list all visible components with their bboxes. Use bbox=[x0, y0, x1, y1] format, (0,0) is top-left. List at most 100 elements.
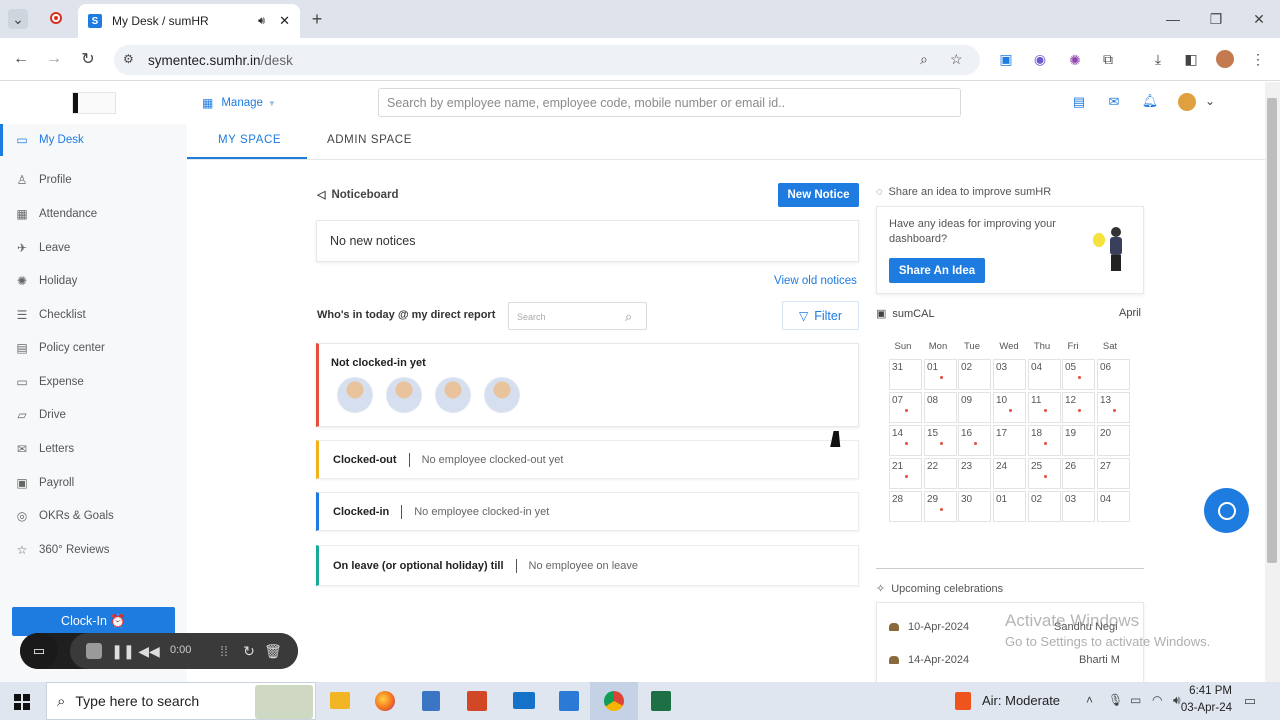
calculator-icon[interactable] bbox=[422, 691, 440, 711]
sidebar-item-leave[interactable]: ✈ Leave bbox=[0, 233, 187, 263]
calendar-day-cell[interactable]: 03 bbox=[993, 359, 1026, 390]
clipboard-icon[interactable]: ▤ bbox=[1071, 94, 1087, 110]
restart-icon[interactable]: ↻ bbox=[241, 643, 257, 659]
view-old-notices-link[interactable]: View old notices bbox=[774, 275, 857, 287]
employee-avatar[interactable] bbox=[435, 377, 471, 413]
calendar-day-cell[interactable]: 12 bbox=[1062, 392, 1095, 423]
grid-dots-icon[interactable]: ⁞⁞ bbox=[216, 643, 232, 659]
manage-menu[interactable]: ▦ Manage ▼ bbox=[202, 96, 276, 110]
calendar-day-cell[interactable]: 27 bbox=[1097, 458, 1130, 489]
bell-icon[interactable]: 🔔︎ bbox=[1142, 92, 1159, 110]
speaker-icon[interactable]: 🔊︎ bbox=[258, 15, 265, 28]
chrome-active-slot[interactable] bbox=[590, 682, 638, 720]
sidebar-item-drive[interactable]: ▱ Drive bbox=[0, 400, 187, 430]
tab-admin-space[interactable]: ADMIN SPACE bbox=[327, 134, 412, 146]
sidebar-item-my-desk[interactable]: ▭ My Desk bbox=[0, 125, 187, 155]
tab-my-space[interactable]: MY SPACE bbox=[218, 134, 281, 146]
extension-badge-icon[interactable]: ✺ bbox=[1066, 51, 1084, 69]
zoom-icon[interactable]: ⌕ bbox=[920, 51, 928, 68]
taskbar-time[interactable]: 6:41 PM bbox=[1176, 685, 1232, 697]
calendar-day-cell[interactable]: 08 bbox=[924, 392, 957, 423]
reload-icon[interactable]: ↻ bbox=[79, 50, 97, 68]
extension-camera-icon[interactable]: ◉ bbox=[1032, 51, 1048, 67]
sidebar-item-profile[interactable]: ♙ Profile bbox=[0, 165, 187, 195]
excel-icon[interactable] bbox=[651, 691, 671, 711]
chat-support-button[interactable] bbox=[1204, 488, 1249, 533]
sidebar-item-expense[interactable]: ▭ Expense bbox=[0, 367, 187, 397]
user-avatar[interactable] bbox=[1178, 93, 1196, 111]
extensions-puzzle-icon[interactable]: ⧉ bbox=[1100, 51, 1116, 67]
taskbar-date[interactable]: 03-Apr-24 bbox=[1170, 702, 1232, 714]
pause-icon[interactable]: ❚❚ bbox=[111, 643, 134, 659]
stop-icon[interactable] bbox=[86, 643, 102, 659]
calendar-day-cell[interactable]: 25 bbox=[1028, 458, 1061, 489]
employee-avatar[interactable] bbox=[386, 377, 422, 413]
network-icon[interactable]: ◠ bbox=[1152, 693, 1162, 707]
windows-start-icon[interactable] bbox=[14, 694, 30, 710]
store-icon[interactable] bbox=[559, 691, 579, 711]
trash-icon[interactable]: 🗑︎ bbox=[264, 643, 282, 659]
forward-icon[interactable]: → bbox=[45, 50, 63, 68]
calendar-day-cell[interactable]: 07 bbox=[889, 392, 922, 423]
calendar-day-cell[interactable]: 01 bbox=[924, 359, 957, 390]
extension-cast-icon[interactable]: ▣ bbox=[998, 51, 1014, 67]
download-icon[interactable]: ⤓ bbox=[1150, 51, 1166, 67]
calendar-day-cell[interactable]: 24 bbox=[993, 458, 1026, 489]
calendar-day-cell[interactable]: 03 bbox=[1062, 491, 1095, 522]
powerpoint-icon[interactable] bbox=[467, 691, 487, 711]
inbox-icon[interactable]: ✉ bbox=[1106, 94, 1122, 110]
calendar-day-cell[interactable]: 09 bbox=[958, 392, 991, 423]
sidebar-item-payroll[interactable]: ▣ Payroll bbox=[0, 468, 187, 498]
browser-menu-icon[interactable]: ⋮ bbox=[1250, 51, 1266, 67]
notifications-icon[interactable]: ▭ bbox=[1241, 692, 1259, 710]
rewind-icon[interactable]: ◀◀ bbox=[138, 643, 160, 659]
calendar-day-cell[interactable]: 29 bbox=[924, 491, 957, 522]
new-notice-button[interactable]: New Notice bbox=[778, 183, 859, 207]
sidebar-item-policy-center[interactable]: ▤ Policy center bbox=[0, 333, 187, 363]
calendar-day-cell[interactable]: 05 bbox=[1062, 359, 1095, 390]
calendar-day-cell[interactable]: 31 bbox=[889, 359, 922, 390]
calendar-day-cell[interactable]: 23 bbox=[958, 458, 991, 489]
profile-avatar-icon[interactable] bbox=[1216, 50, 1234, 68]
sidebar-item-checklist[interactable]: ☰ Checklist bbox=[0, 300, 187, 330]
record-icon[interactable] bbox=[50, 12, 62, 24]
tray-chevron-icon[interactable]: ˄ bbox=[1086, 693, 1093, 707]
share-idea-button[interactable]: Share An Idea bbox=[889, 258, 985, 283]
file-explorer-icon[interactable] bbox=[330, 692, 350, 709]
user-chevron-icon[interactable]: ⌄ bbox=[1203, 94, 1217, 108]
calendar-day-cell[interactable]: 01 bbox=[993, 491, 1026, 522]
sidebar-item-360-reviews[interactable]: ☆ 360° Reviews bbox=[0, 535, 187, 565]
calendar-day-cell[interactable]: 04 bbox=[1028, 359, 1061, 390]
calendar-day-cell[interactable]: 04 bbox=[1097, 491, 1130, 522]
calendar-day-cell[interactable]: 02 bbox=[958, 359, 991, 390]
clock-in-button[interactable]: Clock-In ⏰ bbox=[12, 607, 175, 636]
new-tab-icon[interactable]: + bbox=[308, 9, 326, 29]
bookmark-star-icon[interactable]: ☆ bbox=[950, 51, 963, 68]
taskbar-search-input[interactable]: ⌕ Type here to search bbox=[46, 682, 316, 720]
side-panel-icon[interactable]: ◧ bbox=[1183, 51, 1199, 67]
sidebar-item-attendance[interactable]: ▦ Attendance bbox=[0, 199, 187, 229]
filter-button[interactable]: ▽ Filter bbox=[782, 301, 859, 330]
address-bar[interactable]: ⚙ symentec.sumhr.in/desk ⌕ ☆ bbox=[114, 45, 980, 75]
sidebar-item-letters[interactable]: ✉ Letters bbox=[0, 434, 187, 464]
close-tab-icon[interactable]: ✕ bbox=[279, 13, 290, 29]
calendar-day-cell[interactable]: 18 bbox=[1028, 425, 1061, 456]
sidebar-item-holiday[interactable]: ✺ Holiday bbox=[0, 266, 187, 296]
calendar-day-cell[interactable]: 26 bbox=[1062, 458, 1095, 489]
calendar-day-cell[interactable]: 14 bbox=[889, 425, 922, 456]
calendar-day-cell[interactable]: 15 bbox=[924, 425, 957, 456]
mail-app-icon[interactable] bbox=[513, 692, 535, 709]
employee-search-input[interactable]: Search by employee name, employee code, … bbox=[378, 88, 961, 117]
camera-icon[interactable]: ▭ bbox=[20, 633, 58, 669]
direct-report-search-input[interactable]: Search ⌕ bbox=[508, 302, 647, 330]
microphone-icon[interactable]: 🎙︎ bbox=[1108, 693, 1123, 707]
employee-avatar[interactable] bbox=[484, 377, 520, 413]
calendar-day-cell[interactable]: 16 bbox=[958, 425, 991, 456]
calendar-day-cell[interactable]: 20 bbox=[1097, 425, 1130, 456]
battery-icon[interactable]: ▭ bbox=[1130, 693, 1141, 707]
sidebar-item-okrs-goals[interactable]: ◎ OKRs & Goals bbox=[0, 501, 187, 531]
employee-avatar[interactable] bbox=[337, 377, 373, 413]
calendar-day-cell[interactable]: 06 bbox=[1097, 359, 1130, 390]
close-window-icon[interactable]: ✕ bbox=[1250, 10, 1268, 28]
calendar-day-cell[interactable]: 21 bbox=[889, 458, 922, 489]
